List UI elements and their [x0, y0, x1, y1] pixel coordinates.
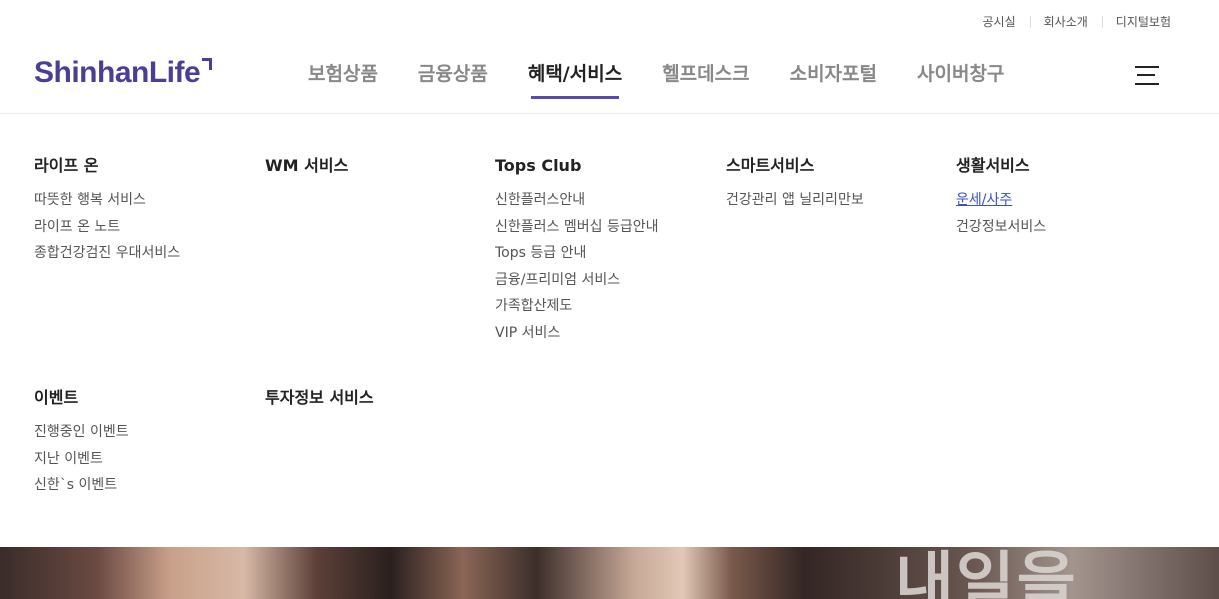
menu-heading-living[interactable]: 생활서비스	[956, 155, 1176, 177]
menu-col-event: 이벤트 진행중인 이벤트 지난 이벤트 신한`s 이벤트	[34, 387, 254, 499]
menu-heading-tops-club[interactable]: Tops Club	[495, 155, 715, 177]
menu-icon[interactable]	[1135, 66, 1159, 86]
menu-item[interactable]: 따뜻한 행복 서비스	[34, 187, 254, 214]
utility-nav: 공시실 회사소개 디지털보험	[969, 13, 1172, 31]
banner-text: 내일을	[895, 547, 1078, 599]
menu-item[interactable]: 진행중인 이벤트	[34, 419, 254, 446]
menu-item[interactable]: VIP 서비스	[495, 320, 715, 347]
menu-item[interactable]: 신한`s 이벤트	[34, 472, 254, 499]
gnb-item-helpdesk[interactable]: 헬프데스크	[642, 60, 769, 99]
menu-item[interactable]: 신한플러스 멤버십 등급안내	[495, 214, 715, 241]
menu-item[interactable]: Tops 등급 안내	[495, 240, 715, 267]
gnb-item-insurance[interactable]: 보험상품	[288, 60, 398, 99]
header-divider	[0, 113, 1219, 114]
menu-item[interactable]: 지난 이벤트	[34, 446, 254, 473]
utility-link-company[interactable]: 회사소개	[1029, 13, 1102, 31]
menu-col-tops-club: Tops Club 신한플러스안내 신한플러스 멤버십 등급안내 Tops 등급…	[495, 155, 715, 346]
gnb-item-benefits[interactable]: 혜택/서비스	[508, 60, 642, 99]
menu-item-fortune[interactable]: 운세/사주	[956, 187, 1176, 214]
menu-item[interactable]: 신한플러스안내	[495, 187, 715, 214]
menu-item[interactable]: 종합건강검진 우대서비스	[34, 240, 254, 267]
gnb-item-finance[interactable]: 금융상품	[398, 60, 508, 99]
logo-text: ShinhanLife	[34, 56, 201, 89]
menu-item[interactable]: 가족합산제도	[495, 293, 715, 320]
menu-col-living: 생활서비스 운세/사주 건강정보서비스	[956, 155, 1176, 240]
menu-item[interactable]: 건강정보서비스	[956, 214, 1176, 241]
logo[interactable]: ShinhanLife	[34, 56, 213, 90]
menu-item[interactable]: 건강관리 앱 닐리리만보	[726, 187, 946, 214]
menu-col-invest: 투자정보 서비스	[265, 387, 485, 419]
menu-item[interactable]: 라이프 온 노트	[34, 214, 254, 241]
menu-item[interactable]: 금융/프리미엄 서비스	[495, 267, 715, 294]
menu-heading-wm[interactable]: WM 서비스	[265, 155, 485, 177]
hero-banner: 내일을	[0, 547, 1219, 599]
menu-col-smart: 스마트서비스 건강관리 앱 닐리리만보	[726, 155, 946, 214]
menu-col-life-on: 라이프 온 따뜻한 행복 서비스 라이프 온 노트 종합건강검진 우대서비스	[34, 155, 254, 267]
menu-heading-smart[interactable]: 스마트서비스	[726, 155, 946, 177]
menu-heading-life-on[interactable]: 라이프 온	[34, 155, 254, 177]
gnb-item-consumer-portal[interactable]: 소비자포털	[770, 60, 897, 99]
menu-heading-event[interactable]: 이벤트	[34, 387, 254, 409]
utility-link-digital-insurance[interactable]: 디지털보험	[1101, 13, 1171, 31]
global-nav: 보험상품 금융상품 혜택/서비스 헬프데스크 소비자포털 사이버창구	[288, 60, 1024, 99]
gnb-item-cyber-branch[interactable]: 사이버창구	[897, 60, 1024, 99]
logo-mark-icon	[202, 58, 213, 70]
menu-heading-invest[interactable]: 투자정보 서비스	[265, 387, 485, 409]
menu-col-wm: WM 서비스	[265, 155, 485, 187]
utility-link-disclosure[interactable]: 공시실	[969, 13, 1030, 31]
